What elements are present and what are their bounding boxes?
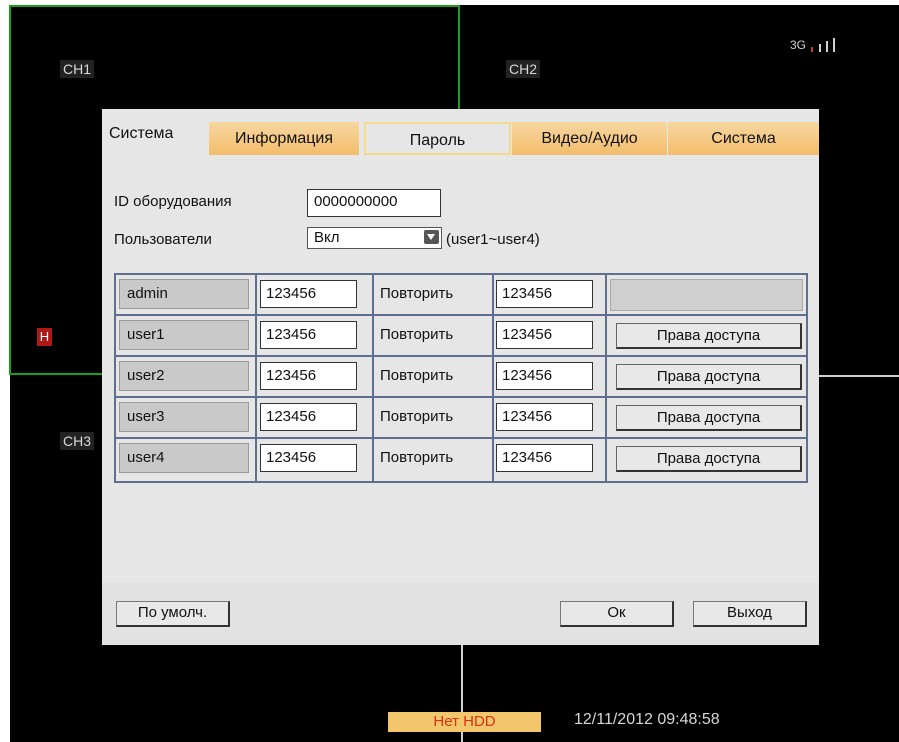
user-name-user3: user3 <box>119 402 249 432</box>
password-table: admin 123456 Повторить 123456 user1 1234… <box>114 273 808 483</box>
tab-info[interactable]: Информация <box>209 122 359 155</box>
users-select-value: Вкл <box>314 229 340 246</box>
signal-bar-2 <box>818 44 821 52</box>
signal-bar-1 <box>811 47 814 52</box>
tab-system-title[interactable]: Система <box>102 119 209 152</box>
table-divider <box>116 355 806 357</box>
access-rights-button-user4[interactable]: Права доступа <box>616 446 802 472</box>
users-range-hint: (user1~user4) <box>446 231 540 248</box>
table-divider <box>372 275 374 481</box>
table-divider <box>492 275 494 481</box>
channel-label-ch2[interactable]: CH2 <box>506 60 541 78</box>
hdd-status-badge: Нет HDD <box>388 712 541 732</box>
user-name-user4: user4 <box>119 443 249 473</box>
tab-video-audio[interactable]: Видео/Аудио <box>512 122 667 155</box>
device-id-label: ID оборудования <box>114 193 232 210</box>
repeat-field-user1[interactable]: 123456 <box>496 321 593 349</box>
password-field-admin[interactable]: 123456 <box>260 280 357 308</box>
channel-label-ch1[interactable]: CH1 <box>60 60 95 78</box>
repeat-field-user4[interactable]: 123456 <box>496 444 593 472</box>
repeat-field-user2[interactable]: 123456 <box>496 362 593 390</box>
exit-button[interactable]: Выход <box>693 601 807 627</box>
chevron-down-icon[interactable] <box>424 230 439 244</box>
password-settings-dialog: Система Информация Пароль Видео/Аудио Си… <box>102 109 819 645</box>
table-divider <box>116 314 806 316</box>
repeat-label-admin: Повторить <box>380 285 454 302</box>
user-name-admin: admin <box>119 279 249 309</box>
signal-label: 3G <box>790 38 807 52</box>
repeat-field-admin[interactable]: 123456 <box>496 280 593 308</box>
user-name-user1: user1 <box>119 320 249 350</box>
password-field-user1[interactable]: 123456 <box>260 321 357 349</box>
access-placeholder-admin <box>610 279 803 311</box>
ok-button[interactable]: Ок <box>560 601 674 627</box>
device-id-field[interactable]: 0000000000 <box>307 189 441 217</box>
tab-bar: Система Информация Пароль Видео/Аудио Си… <box>102 109 819 156</box>
repeat-field-user3[interactable]: 123456 <box>496 403 593 431</box>
access-rights-button-user2[interactable]: Права доступа <box>616 364 802 390</box>
table-divider <box>116 437 806 439</box>
signal-bars-icon: 3G <box>790 38 836 52</box>
user-name-user2: user2 <box>119 361 249 391</box>
tab-system[interactable]: Система <box>668 122 819 155</box>
password-field-user4[interactable]: 123456 <box>260 444 357 472</box>
table-divider <box>255 275 257 481</box>
tab-password[interactable]: Пароль <box>364 122 511 155</box>
repeat-label-user4: Повторить <box>380 449 454 466</box>
signal-bar-3 <box>826 41 829 52</box>
users-select[interactable]: Вкл <box>307 227 442 249</box>
access-rights-button-user3[interactable]: Права доступа <box>616 405 802 431</box>
password-field-user3[interactable]: 123456 <box>260 403 357 431</box>
users-label: Пользователи <box>114 231 212 248</box>
record-marker: H <box>37 328 52 346</box>
repeat-label-user1: Повторить <box>380 326 454 343</box>
system-datetime: 12/11/2012 09:48:58 <box>574 711 720 728</box>
default-button[interactable]: По умолч. <box>116 601 230 627</box>
repeat-label-user2: Повторить <box>380 367 454 384</box>
repeat-label-user3: Повторить <box>380 408 454 425</box>
password-field-user2[interactable]: 123456 <box>260 362 357 390</box>
table-divider <box>605 275 607 481</box>
access-rights-button-user1[interactable]: Права доступа <box>616 323 802 349</box>
table-divider <box>116 396 806 398</box>
signal-bar-4 <box>833 38 836 52</box>
channel-label-ch3[interactable]: CH3 <box>60 432 95 450</box>
split-line-right <box>819 375 899 377</box>
